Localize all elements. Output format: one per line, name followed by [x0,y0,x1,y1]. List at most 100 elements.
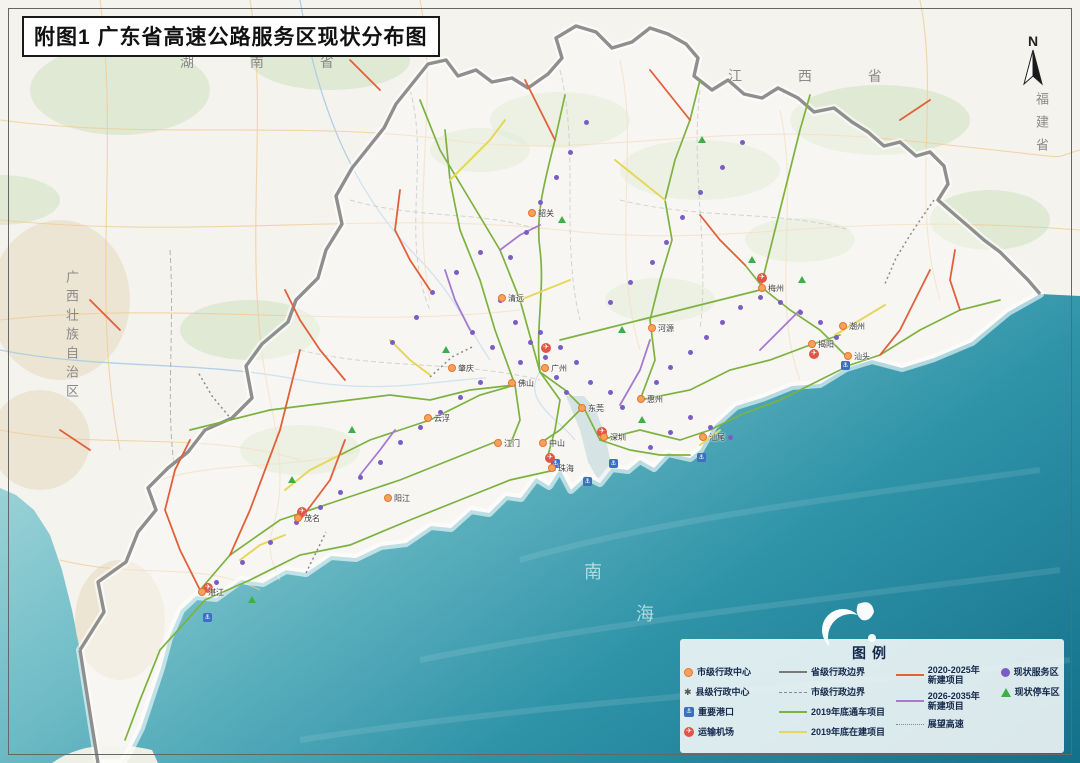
city-label: 东莞 [588,403,604,414]
legend-item: 2020-2025年新建项目 [896,665,999,685]
service-area-marker [454,270,459,275]
city-label: 珠海 [558,463,574,474]
service-area-marker [758,295,763,300]
service-area-marker [418,425,423,430]
port-icon: ⚓ [583,477,592,486]
legend-title: 图例 [684,643,1060,663]
port-icon: ⚓ [841,361,850,370]
service-area-marker [778,300,783,305]
service-area-marker [214,580,219,585]
legend-item-label: 运输机场 [698,727,734,737]
legend-item-label: 2020-2025年新建项目 [928,665,980,685]
legend-item-label: 2019年底在建项目 [811,727,885,737]
dotp-icon [1001,668,1010,677]
service-area-marker [720,320,725,325]
legend-item-label: 现状服务区 [1014,667,1059,677]
service-area-marker [688,350,693,355]
service-area-marker [818,320,823,325]
city-label: 深圳 [610,432,626,443]
service-area-marker [688,415,693,420]
legend-item: 市级行政中心 [684,665,777,679]
port-icon: ⚓ [609,459,618,468]
city-center-icon [699,433,707,441]
legend-column: 现状服务区现状停车区 [1001,665,1060,739]
trig-icon [1001,688,1011,697]
city-center-icon [839,322,847,330]
label-guangxi-region: 广西壮族自治区 [62,270,81,403]
parking-area-marker [618,326,626,333]
legend-item: 展望高速 [896,717,999,731]
legend-item: 2019年底通车项目 [779,705,894,719]
city-label: 肇庆 [458,363,474,374]
service-area-marker [708,425,713,430]
service-area-marker [478,380,483,385]
legend-item-label: 重要港口 [698,707,734,717]
county-icon: ✱ [684,688,692,697]
service-area-marker [620,405,625,410]
service-area-marker [538,200,543,205]
service-area-marker [513,320,518,325]
airport-icon: ✈ [684,727,694,737]
service-area-marker [680,215,685,220]
line-solid-icon [779,671,807,673]
service-area-marker [668,365,673,370]
service-area-marker [650,260,655,265]
city-center-icon [548,464,556,472]
legend-item-label: 2026-2035年新建项目 [928,691,980,711]
city-label: 湛江 [208,587,224,598]
map-title: 附图1 广东省高速公路服务区现状分布图 [22,16,440,57]
city-center-icon [198,588,206,596]
service-area-marker [568,150,573,155]
north-arrow: N [1018,34,1048,93]
parking-area-marker [248,596,256,603]
legend-item: 现状服务区 [1001,665,1060,679]
service-area-marker [414,315,419,320]
city-label: 汕头 [854,351,870,362]
service-area-marker [378,460,383,465]
service-area-marker [584,120,589,125]
service-area-marker [240,560,245,565]
parking-area-marker [348,426,356,433]
city-label: 汕尾 [709,432,725,443]
city-label: 阳江 [394,493,410,504]
service-area-marker [490,345,495,350]
port-icon: ⚓ [684,707,694,717]
service-area-marker [720,165,725,170]
city-label: 清远 [508,293,524,304]
line-dashdot-icon [779,692,807,693]
legend-item-label: 县级行政中心 [696,687,750,697]
legend-item-label: 现状停车区 [1015,687,1060,697]
service-area-marker [704,335,709,340]
service-area-marker [538,330,543,335]
parking-area-marker [798,276,806,283]
legend-column: 2020-2025年新建项目 2026-2035年新建项目展望高速 [896,665,999,739]
service-area-marker [543,355,548,360]
parking-area-marker [288,476,296,483]
service-area-marker [564,390,569,395]
service-area-marker [508,255,513,260]
service-area-marker [728,435,733,440]
parking-area-marker [748,256,756,263]
airport-icon: ✈ [809,349,819,359]
legend-item: 2019年底在建项目 [779,725,894,739]
legend-panel: 图例 市级行政中心✱县级行政中心⚓重要港口✈运输机场省级行政边界市级行政边界20… [680,639,1064,753]
port-icon: ⚓ [697,453,706,462]
parking-area-marker [698,136,706,143]
service-area-marker [558,345,563,350]
north-arrow-icon [1020,48,1046,88]
service-area-marker [554,175,559,180]
city-center-icon [448,364,456,372]
city-center-icon [384,494,392,502]
city-label: 广州 [551,363,567,374]
label-south-china-sea-2: 海 [636,600,656,626]
line-yellow-icon [779,731,807,733]
service-area-marker [524,230,529,235]
service-area-marker [470,330,475,335]
city-center-icon [600,433,608,441]
label-south-china-sea-1: 南 [584,558,604,584]
city-label: 茂名 [304,513,320,524]
city-label: 江门 [504,438,520,449]
service-area-marker [554,375,559,380]
service-area-marker [668,430,673,435]
service-area-marker [574,360,579,365]
